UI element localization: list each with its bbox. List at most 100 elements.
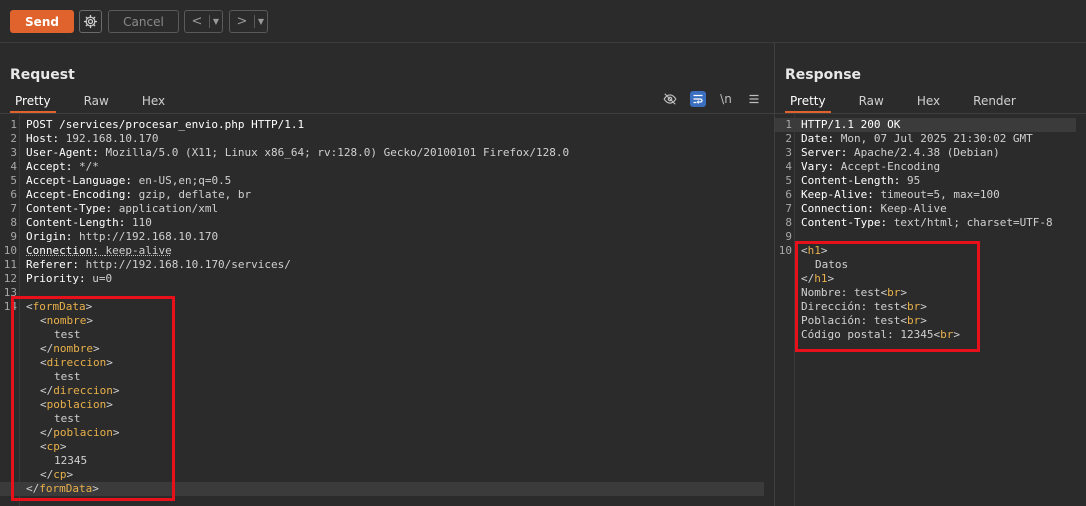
newline-icon[interactable]: \n bbox=[718, 91, 734, 107]
header-line: Accept-Encoding: gzip, deflate, br bbox=[26, 188, 251, 202]
response-tabs: Pretty Raw Hex Render bbox=[775, 93, 1044, 113]
code-line: 1 HTTP/1.1 200 OK bbox=[775, 118, 1076, 132]
header-colon: : bbox=[65, 160, 79, 173]
header-colon: : bbox=[880, 216, 894, 229]
back-button[interactable]: < ▼ bbox=[184, 10, 223, 33]
line-number: 1 bbox=[785, 118, 792, 131]
line-number: 4 bbox=[10, 160, 17, 173]
send-button[interactable]: Send bbox=[10, 10, 74, 33]
line-number: 3 bbox=[10, 146, 17, 159]
header-name: Server bbox=[801, 146, 841, 159]
code-line: 7 Connection: Keep-Alive bbox=[775, 202, 1076, 216]
header-value: Mon, 07 Jul 2025 21:30:02 GMT bbox=[840, 132, 1033, 145]
chevron-right-icon: > bbox=[236, 14, 248, 29]
header-value: 192.168.10.170 bbox=[65, 132, 159, 145]
code-line: 4 Vary: Accept-Encoding bbox=[775, 160, 1076, 174]
line-number: 3 bbox=[785, 146, 792, 159]
hide-icon[interactable] bbox=[662, 91, 678, 107]
tab-pretty[interactable]: Pretty bbox=[10, 93, 56, 113]
code-line: 8 Content-Length: 110 bbox=[0, 216, 764, 230]
header-name: Date bbox=[801, 132, 828, 145]
header-value: u=0 bbox=[92, 272, 113, 285]
request-title: Request bbox=[10, 67, 75, 83]
line-number: 9 bbox=[10, 230, 17, 243]
line-number: 1 bbox=[10, 118, 17, 131]
code-line: 2 Date: Mon, 07 Jul 2025 21:30:02 GMT bbox=[775, 132, 1076, 146]
tab-raw[interactable]: Raw bbox=[79, 93, 114, 113]
response-title: Response bbox=[785, 67, 862, 83]
code-line: 5 Accept-Language: en-US,en;q=0.5 bbox=[0, 174, 764, 188]
line-number: 10 bbox=[778, 244, 792, 257]
header-line: Server: Apache/2.4.38 (Debian) bbox=[801, 146, 1000, 160]
line-number: 4 bbox=[785, 160, 792, 173]
line-number: 7 bbox=[785, 202, 792, 215]
header-name: Host bbox=[26, 132, 53, 145]
header-value: text/html; charset=UTF-8 bbox=[893, 216, 1053, 229]
forward-button[interactable]: > ▼ bbox=[229, 10, 268, 33]
header-colon: : bbox=[118, 216, 132, 229]
code-line: 7 Content-Type: application/xml bbox=[0, 202, 764, 216]
tab-hex[interactable]: Hex bbox=[137, 93, 170, 113]
highlight-box bbox=[11, 296, 175, 501]
header-value: Accept-Encoding bbox=[840, 160, 941, 173]
header-line: Connection: Keep-Alive bbox=[801, 202, 947, 216]
tab-hex[interactable]: Hex bbox=[912, 93, 945, 113]
header-name: Content-Type bbox=[801, 216, 881, 229]
toolbar: Send Cancel < ▼ > ▼ bbox=[0, 0, 1086, 43]
header-colon: : bbox=[867, 202, 881, 215]
header-line: Date: Mon, 07 Jul 2025 21:30:02 GMT bbox=[801, 132, 1033, 146]
response-panel: Response Pretty Raw Hex Render 1 HTTP/1.1… bbox=[775, 43, 1086, 506]
line-number: 8 bbox=[10, 216, 17, 229]
line-number: 5 bbox=[10, 174, 17, 187]
settings-button[interactable] bbox=[79, 10, 102, 33]
code-line: 9 Origin: http://192.168.10.170 bbox=[0, 230, 764, 244]
header-line: Content-Type: application/xml bbox=[26, 202, 218, 216]
header-line: Priority: u=0 bbox=[26, 272, 112, 286]
header-colon: : bbox=[840, 146, 854, 159]
header-value: en-US,en;q=0.5 bbox=[138, 174, 232, 187]
line-number: 10 bbox=[3, 244, 17, 257]
header-line: Connection: keep-alive bbox=[26, 244, 172, 258]
header-line: POST /services/procesar_envio.php HTTP/1… bbox=[26, 118, 304, 132]
tab-pretty[interactable]: Pretty bbox=[785, 93, 831, 113]
header-value: Mozilla/5.0 (X11; Linux x86_64; rv:128.0… bbox=[105, 146, 570, 159]
tab-render[interactable]: Render bbox=[968, 93, 1021, 113]
header-name: Accept bbox=[26, 160, 66, 173]
request-panel: Request Pretty Raw Hex \n 1 POST /service… bbox=[0, 43, 774, 506]
header-value: */* bbox=[79, 160, 99, 173]
chevron-down-icon[interactable]: ▼ bbox=[255, 17, 267, 26]
chevron-down-icon[interactable]: ▼ bbox=[210, 17, 222, 26]
header-colon: : bbox=[52, 132, 66, 145]
header-line: User-Agent: Mozilla/5.0 (X11; Linux x86_… bbox=[26, 146, 569, 160]
header-line: Referer: http://192.168.10.170/services/ bbox=[26, 258, 291, 272]
header-name: Connection bbox=[801, 202, 868, 215]
header-colon: : bbox=[827, 132, 841, 145]
header-value: http://192.168.10.170 bbox=[79, 230, 219, 243]
header-name: HTTP/1.1 200 OK bbox=[801, 118, 901, 131]
line-number: 6 bbox=[10, 188, 17, 201]
header-value: Apache/2.4.38 (Debian) bbox=[854, 146, 1000, 159]
cancel-button[interactable]: Cancel bbox=[108, 10, 179, 33]
header-colon: : bbox=[125, 174, 139, 187]
request-tabs: Pretty Raw Hex bbox=[0, 93, 193, 113]
code-line: 3 User-Agent: Mozilla/5.0 (X11; Linux x86… bbox=[0, 146, 764, 160]
line-number: 5 bbox=[785, 174, 792, 187]
wrap-icon[interactable] bbox=[690, 91, 706, 107]
header-name: Vary bbox=[801, 160, 828, 173]
code-line: 6 Accept-Encoding: gzip, deflate, br bbox=[0, 188, 764, 202]
code-line: 11 Referer: http://192.168.10.170/service… bbox=[0, 258, 764, 272]
tab-raw[interactable]: Raw bbox=[854, 93, 889, 113]
menu-icon[interactable] bbox=[746, 91, 762, 107]
code-line: 2 Host: 192.168.10.170 bbox=[0, 132, 764, 146]
header-colon: : bbox=[92, 146, 106, 159]
header-name: Content-Type bbox=[26, 202, 106, 215]
header-name: Accept-Language bbox=[26, 174, 126, 187]
header-name: Origin bbox=[26, 230, 66, 243]
header-colon: : bbox=[92, 244, 106, 257]
line-number: 6 bbox=[785, 188, 792, 201]
header-value: Keep-Alive bbox=[880, 202, 947, 215]
header-colon: : bbox=[125, 188, 139, 201]
header-value: timeout=5, max=100 bbox=[880, 188, 1000, 201]
header-value: 110 bbox=[131, 216, 152, 229]
line-number: 2 bbox=[10, 132, 17, 145]
